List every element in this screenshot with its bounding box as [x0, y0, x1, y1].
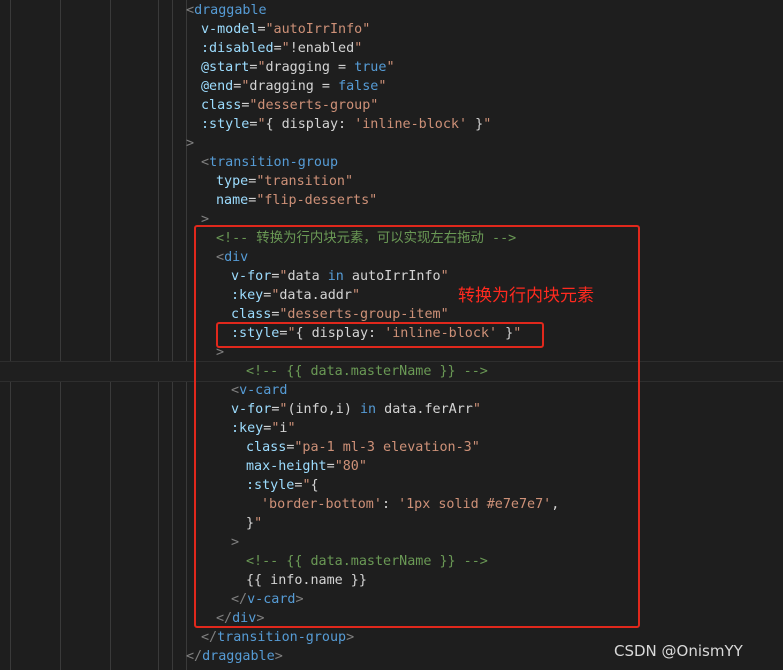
code-editor[interactable]: <draggable v-model="autoIrrInfo":disabled… — [0, 0, 783, 670]
code-token: </ — [186, 649, 203, 664]
code-token: = — [257, 22, 266, 37]
code-token: " — [281, 41, 290, 56]
code-line[interactable]: v-model="autoIrrInfo" — [201, 20, 370, 39]
indent-guide — [10, 0, 11, 670]
code-token: " — [257, 60, 266, 75]
code-line[interactable]: </draggable> — [186, 647, 283, 666]
indent-guide — [186, 0, 187, 670]
code-token: < — [201, 155, 210, 170]
code-line[interactable]: name="flip-desserts" — [216, 191, 377, 210]
highlight-box-style-line — [216, 322, 544, 348]
indent-guide — [172, 0, 173, 670]
code-token: draggable — [194, 3, 267, 18]
code-token: dragging = — [265, 60, 355, 75]
code-token: "desserts-group" — [249, 98, 379, 113]
code-token: </ — [201, 630, 218, 645]
code-token: "autoIrrInfo" — [265, 22, 371, 37]
code-line[interactable]: </transition-group> — [201, 628, 354, 647]
code-token: false — [338, 79, 379, 94]
code-token: :disabled — [201, 41, 274, 56]
code-line[interactable]: @end="dragging = false" — [201, 77, 386, 96]
code-line[interactable]: :style="{ display: 'inline-block' }" — [201, 115, 491, 134]
code-token: " — [257, 117, 266, 132]
code-line[interactable]: class="desserts-group" — [201, 96, 378, 115]
code-token: "flip-desserts" — [256, 193, 378, 208]
code-token: dragging = — [249, 79, 339, 94]
code-token: v-model — [201, 22, 258, 37]
code-token: > — [274, 649, 283, 664]
indent-guide — [158, 0, 159, 670]
code-token: { display: — [265, 117, 355, 132]
code-token: = — [273, 41, 282, 56]
code-line[interactable]: <draggable — [186, 1, 267, 20]
watermark: CSDN @OnismYY — [614, 642, 743, 660]
indent-guide — [110, 0, 111, 670]
code-token: > — [186, 136, 195, 151]
code-token: < — [186, 3, 195, 18]
code-token: " — [386, 60, 395, 75]
code-token: " — [354, 41, 363, 56]
code-token: } — [467, 117, 484, 132]
code-token: 'inline-block' — [354, 117, 468, 132]
code-line[interactable]: type="transition" — [216, 172, 353, 191]
code-line[interactable]: @start="dragging = true" — [201, 58, 395, 77]
code-line[interactable]: :disabled="!enabled" — [201, 39, 362, 58]
code-token: draggable — [202, 649, 275, 664]
code-token: transition-group — [209, 155, 339, 170]
code-token: " — [378, 79, 387, 94]
code-token: @end — [201, 79, 234, 94]
code-line[interactable]: > — [186, 134, 194, 153]
code-line[interactable]: <transition-group — [201, 153, 338, 172]
code-token: transition-group — [217, 630, 347, 645]
code-token: @start — [201, 60, 250, 75]
code-token: type — [216, 174, 249, 189]
code-token: !enabled — [289, 41, 355, 56]
code-token: " — [483, 117, 492, 132]
annotation-label: 转换为行内块元素 — [458, 286, 594, 306]
code-token: name — [216, 193, 249, 208]
code-token: :style — [201, 117, 250, 132]
code-token: class — [201, 98, 242, 113]
code-token: > — [346, 630, 355, 645]
code-token: "transition" — [256, 174, 354, 189]
code-token: true — [354, 60, 387, 75]
indent-guide — [60, 0, 61, 670]
